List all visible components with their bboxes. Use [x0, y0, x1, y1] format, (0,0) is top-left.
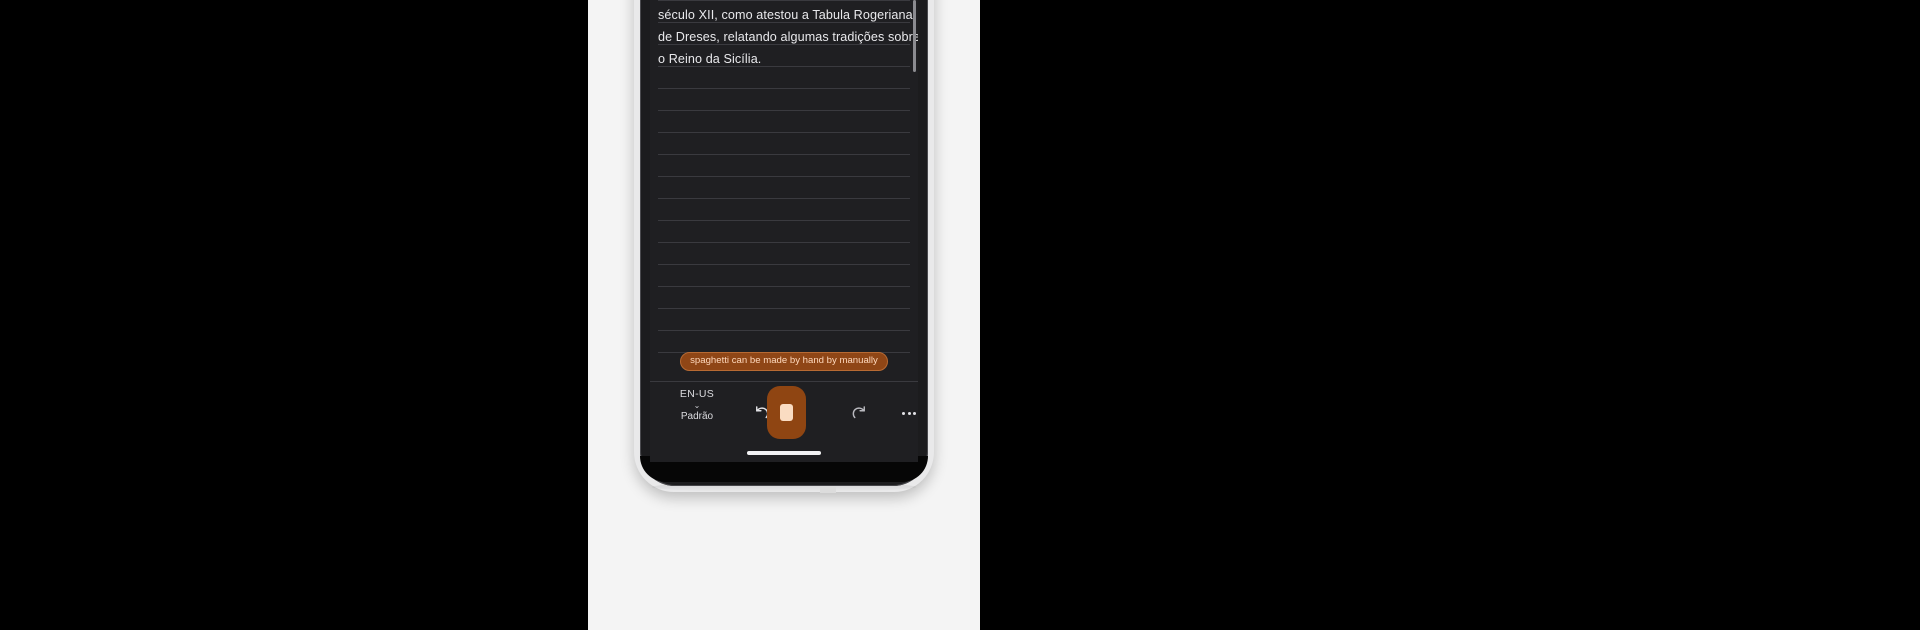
device-foot-notch: [820, 486, 836, 493]
note-editor[interactable]: século XII, como atestou a Tabula Rogeri…: [650, 0, 918, 378]
rule-line: [658, 0, 910, 1]
device-shadow: [652, 482, 916, 492]
chevron-down-icon: ⌄: [693, 401, 701, 410]
scrollbar-track[interactable]: [913, 0, 917, 378]
suggestion-chip[interactable]: spaghetti can be made by hand by manuall…: [680, 352, 888, 371]
language-selector[interactable]: EN-US ⌄ Padrão: [664, 388, 730, 423]
language-code: EN-US: [679, 388, 715, 400]
home-indicator: [747, 451, 821, 455]
rule-line: [658, 66, 910, 67]
rule-line: [658, 198, 910, 199]
note-line: de Dreses, relatando algumas tradições s…: [658, 30, 918, 44]
suggestion-row: spaghetti can be made by hand by manuall…: [650, 352, 918, 371]
scrollbar-thumb[interactable]: [913, 0, 916, 72]
rule-line: [658, 44, 910, 45]
left-letterbox: [0, 0, 588, 630]
note-line: século XII, como atestou a Tabula Rogeri…: [658, 8, 913, 22]
more-horizontal-icon: [902, 411, 916, 415]
rule-line: [658, 88, 910, 89]
redo-button[interactable]: [846, 400, 872, 426]
rule-line: [658, 264, 910, 265]
rule-line: [658, 330, 910, 331]
more-options-button[interactable]: [896, 400, 918, 426]
right-letterbox: [980, 0, 1920, 630]
rule-line: [658, 176, 910, 177]
note-line: o Reino da Sicília.: [658, 52, 762, 66]
rule-line: [658, 154, 910, 155]
redo-icon: [852, 406, 865, 419]
rule-line: [658, 220, 910, 221]
screenshot-root: século XII, como atestou a Tabula Rogeri…: [0, 0, 1920, 630]
record-stop-button[interactable]: [767, 386, 806, 439]
language-mode: Padrão: [680, 411, 714, 422]
stop-square-icon: [780, 404, 793, 421]
rule-line: [658, 110, 910, 111]
rule-line: [658, 242, 910, 243]
rule-line: [658, 308, 910, 309]
rule-line: [658, 286, 910, 287]
app-body: século XII, como atestou a Tabula Rogeri…: [650, 0, 918, 462]
rule-line: [658, 22, 910, 23]
rule-line: [658, 132, 910, 133]
